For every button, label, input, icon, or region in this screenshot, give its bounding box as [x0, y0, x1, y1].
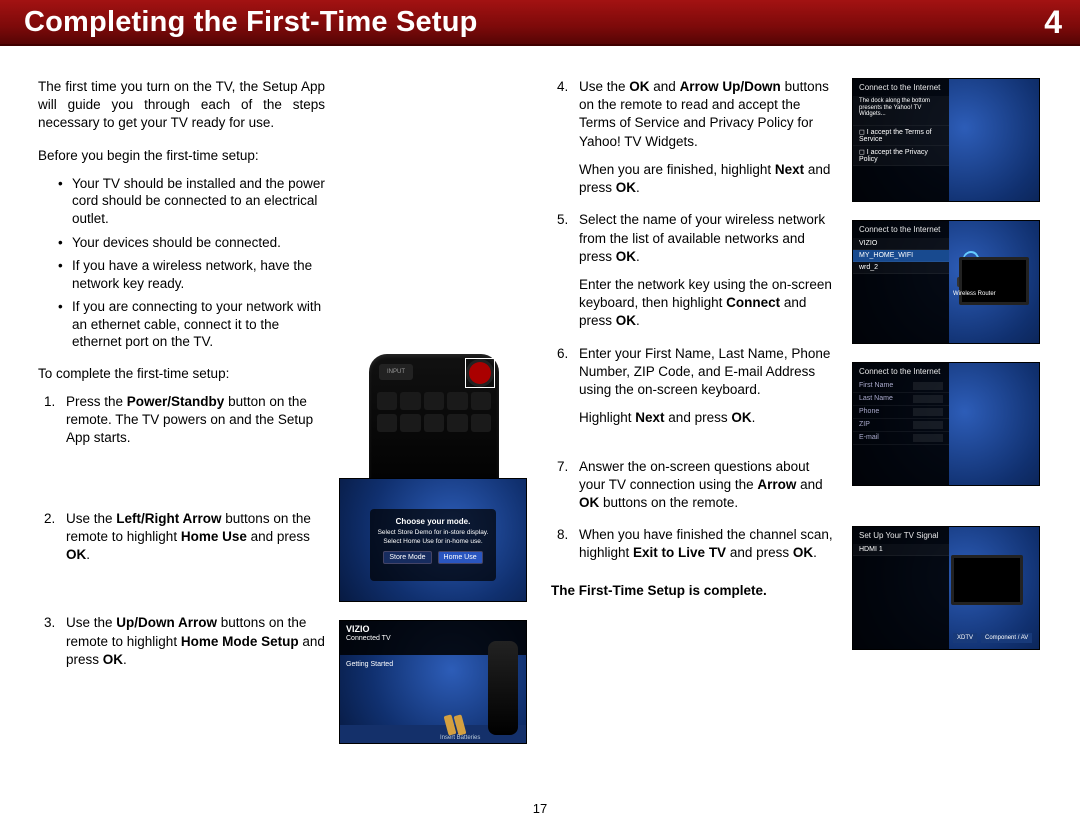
- network-list-screenshot: Connect to the Internet VIZIO MY_HOME_WI…: [852, 220, 1040, 344]
- steps-right: Use the OK and Arrow Up/Down buttons on …: [551, 78, 838, 563]
- prereq-item: Your TV should be installed and the powe…: [58, 175, 325, 228]
- form-screenshot: Connect to the Internet First Name Last …: [852, 362, 1040, 486]
- prereq-list: Your TV should be installed and the powe…: [38, 175, 325, 351]
- setup-complete-msg: The First-Time Setup is complete.: [551, 583, 838, 598]
- terms-screenshot: Connect to the Internet The dock along t…: [852, 78, 1040, 202]
- prereq-item: Your devices should be connected.: [58, 234, 325, 252]
- chapter-title: Completing the First-Time Setup: [24, 6, 478, 39]
- right-image-column: Connect to the Internet The dock along t…: [852, 78, 1042, 762]
- step-6: Enter your First Name, Last Name, Phone …: [557, 345, 838, 428]
- chapter-number: 4: [1044, 4, 1062, 41]
- remote-input-btn: INPUT: [379, 364, 413, 380]
- power-outline: [465, 358, 495, 388]
- step-7: Answer the on-screen questions about you…: [557, 458, 838, 513]
- tv-icon: [959, 257, 1029, 305]
- steps-left: Press the Power/Standby button on the re…: [38, 393, 325, 669]
- step-3: Use the Up/Down Arrow buttons on the rem…: [44, 614, 325, 669]
- left-image-column: INPUT Choose your mode. Select Store Dem…: [339, 78, 529, 762]
- prereq-item: If you are connecting to your network wi…: [58, 298, 325, 351]
- step-2: Use the Left/Right Arrow buttons on the …: [44, 510, 325, 565]
- tv-signal-screenshot: Set Up Your TV Signal HDMI 1 XDTV Compon…: [852, 526, 1040, 650]
- page-body: The first time you turn on the TV, the S…: [0, 46, 1080, 762]
- complete-lead: To complete the first-time setup:: [38, 365, 325, 383]
- mode-select-screenshot: Choose your mode. Select Store Demo for …: [339, 478, 527, 602]
- tv-icon: [951, 555, 1023, 605]
- prereq-item: If you have a wireless network, have the…: [58, 257, 325, 292]
- step-1: Press the Power/Standby button on the re…: [44, 393, 325, 448]
- right-column: Use the OK and Arrow Up/Down buttons on …: [551, 78, 1042, 762]
- intro-paragraph: The first time you turn on the TV, the S…: [38, 78, 325, 133]
- page-number: 17: [0, 801, 1080, 816]
- step-5: Select the name of your wireless network…: [557, 211, 838, 330]
- connected-tv-screenshot: VIZIO Connected TV Getting Started Inser…: [339, 620, 527, 744]
- left-column: The first time you turn on the TV, the S…: [38, 78, 529, 762]
- chapter-header: Completing the First-Time Setup 4: [0, 0, 1080, 46]
- remote-illustration: INPUT: [339, 350, 527, 460]
- before-lead: Before you begin the first-time setup:: [38, 147, 325, 165]
- step-4: Use the OK and Arrow Up/Down buttons on …: [557, 78, 838, 197]
- step-8: When you have finished the channel scan,…: [557, 526, 838, 562]
- mini-remote-icon: [488, 641, 518, 735]
